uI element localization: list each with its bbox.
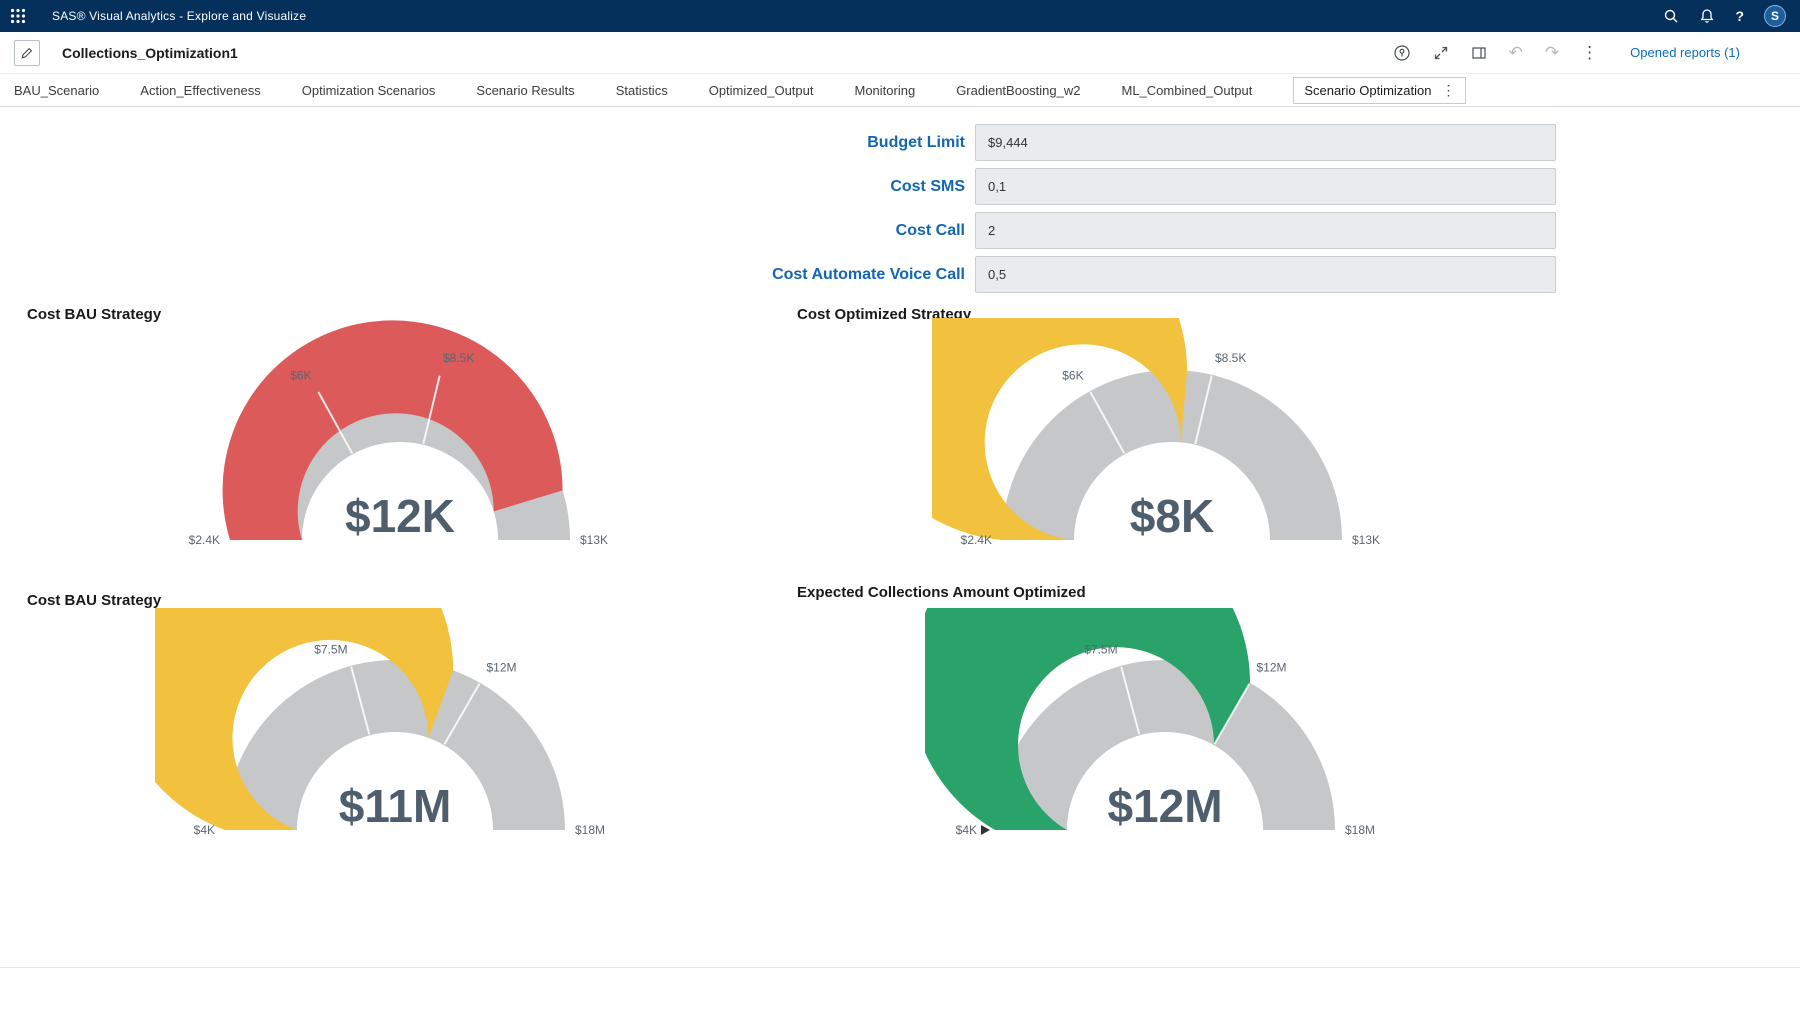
tab-bau-scenario[interactable]: BAU_Scenario xyxy=(14,83,99,98)
tab-ml-combined-output[interactable]: ML_Combined_Output xyxy=(1122,83,1253,98)
gauge-tick-label: $6K xyxy=(1062,369,1083,383)
help-icon[interactable]: ? xyxy=(1735,8,1744,24)
more-options-icon[interactable]: ⋮ xyxy=(1581,44,1598,61)
gauge-value: $12K xyxy=(345,490,455,542)
tab-label: Optimization Scenarios xyxy=(302,83,436,98)
chart-title-cost-bau-strategy-2: Cost BAU Strategy xyxy=(27,592,161,609)
gauge-max-label: $13K xyxy=(580,533,608,547)
report-actions: ↶ ↷ ⋮ Opened reports (1) xyxy=(1393,44,1740,62)
report-title: Collections_Optimization1 xyxy=(62,45,238,61)
expand-icon[interactable] xyxy=(1433,45,1449,61)
chart-title-expected-collections-amount-optimized: Expected Collections Amount Optimized xyxy=(797,584,1086,601)
gauge-chart: $6K $8.5K $2.4K $13K $12K xyxy=(160,318,640,570)
gauge-min-label: $2.4K xyxy=(961,533,992,547)
tab-action-effectiveness[interactable]: Action_Effectiveness xyxy=(140,83,260,98)
gauge-value: $8K xyxy=(1130,490,1214,542)
undo-icon[interactable]: ↶ xyxy=(1509,44,1523,61)
prompt-label: Budget Limit xyxy=(0,134,965,152)
tab-statistics[interactable]: Statistics xyxy=(616,83,668,98)
tab-label: BAU_Scenario xyxy=(14,83,99,98)
search-icon[interactable] xyxy=(1663,8,1679,24)
tab-optimized-output[interactable]: Optimized_Output xyxy=(709,83,814,98)
tab-monitoring[interactable]: Monitoring xyxy=(854,83,915,98)
prompt-label: Cost Automate Voice Call xyxy=(0,266,965,284)
tab-label: Action_Effectiveness xyxy=(140,83,260,98)
pin-icon[interactable] xyxy=(1393,44,1411,62)
gauge-cost-bau-strategy-2[interactable]: $7.5M $12M $4K $18M $11M xyxy=(155,608,635,860)
gauge-chart: $7.5M $12M $4K $18M $11M xyxy=(155,608,635,860)
prompt-row-cost-automate-voice-call: Cost Automate Voice Call xyxy=(0,256,1557,293)
gauge-min-label: $2.4K xyxy=(189,533,220,547)
app-title: SAS® Visual Analytics - Explore and Visu… xyxy=(52,9,306,23)
prompt-panel: Budget Limit Cost SMS Cost Call Cost Aut… xyxy=(0,124,1557,300)
gauge-expected-collections-amount-optimized[interactable]: $7.5M $12M $4K $18M $12M xyxy=(925,608,1405,860)
app-bar-actions: ? S xyxy=(1663,5,1786,27)
tab-label: GradientBoosting_w2 xyxy=(956,83,1080,98)
gauge-min-label: $4K xyxy=(956,823,977,837)
prompt-row-cost-call: Cost Call xyxy=(0,212,1557,249)
prompt-row-cost-sms: Cost SMS xyxy=(0,168,1557,205)
cost-automate-voice-call-input[interactable] xyxy=(975,256,1556,293)
gauge-value: $11M xyxy=(339,780,452,832)
tab-scenario-optimization[interactable]: Scenario Optimization ⋮ xyxy=(1293,77,1466,104)
prompt-row-budget-limit: Budget Limit xyxy=(0,124,1557,161)
tab-label: Statistics xyxy=(616,83,668,98)
gauge-max-label: $18M xyxy=(575,823,605,837)
gauge-chart: $7.5M $12M $4K $18M $12M xyxy=(925,608,1405,860)
redo-icon[interactable]: ↷ xyxy=(1545,44,1559,61)
app-launcher-icon[interactable] xyxy=(10,8,26,24)
budget-limit-input[interactable] xyxy=(975,124,1556,161)
gauge-chart: $6K $8.5K $2.4K $13K $8K xyxy=(932,318,1412,570)
gauge-tick-label: $6K xyxy=(290,369,311,383)
pencil-icon xyxy=(20,46,34,60)
app-bar: SAS® Visual Analytics - Explore and Visu… xyxy=(0,0,1800,32)
tab-label: Monitoring xyxy=(854,83,915,98)
opened-reports-link[interactable]: Opened reports (1) xyxy=(1630,45,1740,60)
tab-optimization-scenarios[interactable]: Optimization Scenarios xyxy=(302,83,436,98)
prompt-label: Cost Call xyxy=(0,222,965,240)
gauge-tick-label: $12M xyxy=(487,661,517,675)
layout-icon[interactable] xyxy=(1471,45,1487,61)
cost-sms-input[interactable] xyxy=(975,168,1556,205)
gauge-cost-bau-strategy-1[interactable]: $6K $8.5K $2.4K $13K $12K xyxy=(160,318,640,570)
tab-bar: BAU_Scenario Action_Effectiveness Optimiza… xyxy=(0,74,1800,107)
gauge-marker-icon xyxy=(981,825,990,835)
gauge-tick-label: $12M xyxy=(1257,661,1287,675)
gauge-tick-label: $7.5M xyxy=(314,642,347,656)
tab-label: Scenario Optimization xyxy=(1304,83,1431,98)
tab-gradientboosting-w2[interactable]: GradientBoosting_w2 xyxy=(956,83,1080,98)
gauge-max-label: $13K xyxy=(1352,533,1380,547)
gauge-tick-label: $8.5K xyxy=(443,351,474,365)
tab-menu-icon[interactable]: ⋮ xyxy=(1441,83,1455,97)
gauge-tick-label: $7.5M xyxy=(1084,642,1117,656)
report-bar: Collections_Optimization1 ↶ ↷ ⋮ Opened r… xyxy=(0,32,1800,74)
gauge-max-label: $18M xyxy=(1345,823,1375,837)
cost-call-input[interactable] xyxy=(975,212,1556,249)
gauge-tick-label: $8.5K xyxy=(1215,351,1246,365)
gauge-value: $12M xyxy=(1107,780,1222,832)
gauge-cost-optimized-strategy[interactable]: $6K $8.5K $2.4K $13K $8K xyxy=(932,318,1412,570)
tab-label: ML_Combined_Output xyxy=(1122,83,1253,98)
chart-title-cost-bau-strategy-1: Cost BAU Strategy xyxy=(27,306,161,323)
edit-report-button[interactable] xyxy=(14,40,40,66)
tab-label: Optimized_Output xyxy=(709,83,814,98)
notifications-icon[interactable] xyxy=(1699,8,1715,24)
avatar[interactable]: S xyxy=(1764,5,1786,27)
tab-label: Scenario Results xyxy=(476,83,574,98)
tab-scenario-results[interactable]: Scenario Results xyxy=(476,83,574,98)
prompt-label: Cost SMS xyxy=(0,178,965,196)
canvas-bottom-edge xyxy=(0,967,1800,968)
gauge-min-label: $4K xyxy=(194,823,215,837)
